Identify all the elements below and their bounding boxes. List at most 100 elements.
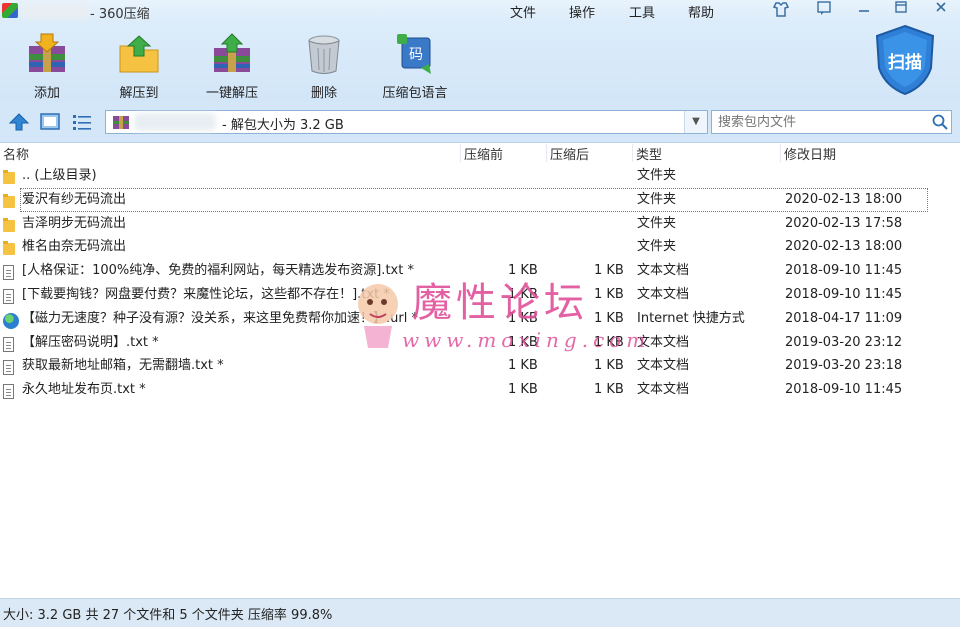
delete-label: 删除: [310, 86, 337, 101]
file-type: 文件夹: [637, 168, 677, 183]
file-row[interactable]: [下载要掏钱？网盘要付费？来魔性论坛，这些都不存在！].txt * 1 KB 1 K…: [0, 283, 960, 307]
file-modified-date: 2020-02-13 18:00: [785, 191, 903, 207]
file-modified-date: 2018-04-17 11:09: [785, 310, 903, 326]
file-size-after: 1 KB: [594, 263, 624, 279]
file-row[interactable]: 爱沢有纱无码流出 文件夹 2020-02-13 18:00: [3, 187, 928, 212]
file-type: 文件夹: [637, 239, 677, 255]
file-size-before: 1 KB: [508, 382, 538, 398]
text-document-icon: [3, 262, 17, 281]
archive-language-button[interactable]: 码 压缩包语言: [379, 26, 451, 101]
app-icon: [2, 3, 18, 18]
window-title-app: 360压缩: [98, 7, 150, 22]
extract-to-icon: [117, 32, 161, 76]
file-list: .. (上级目录) 文件夹 爱沢有纱无码流出 文件夹 2020-02-13 18:00 吉…: [0, 164, 960, 402]
column-header: 名称 压缩前 压缩后 类型 修改日期: [0, 143, 960, 163]
path-text: - 解包大小为 3.2 GB: [222, 118, 344, 133]
file-type: 文本文档: [637, 382, 690, 398]
address-bar-area: - 解包大小为 3.2 GB ▼: [0, 102, 960, 143]
file-size-after: 1 KB: [594, 358, 624, 374]
file-modified-date: 2018-09-10 11:45: [785, 382, 903, 398]
file-row[interactable]: [人格保证：100%纯净、免费的福利网站，每天精选发布资源].txt * 1 KB…: [0, 259, 960, 283]
col-name[interactable]: 名称: [0, 144, 459, 163]
col-modified[interactable]: 修改日期: [780, 144, 932, 163]
file-row[interactable]: .. (上级目录) 文件夹: [0, 164, 960, 188]
add-button[interactable]: 添加: [22, 26, 72, 101]
file-name: 【解压密码说明】.txt *: [22, 334, 159, 350]
file-name: [下载要掏钱？网盘要付费？来魔性论坛，这些都不存在！].txt *: [22, 286, 390, 302]
redacted-path: [134, 113, 216, 131]
file-modified-date: 2020-02-13 18:00: [785, 239, 903, 255]
folder-icon: [3, 191, 17, 208]
text-document-icon: [3, 334, 17, 352]
file-size-after: 1 KB: [594, 286, 624, 302]
minimize-icon[interactable]: [851, 0, 877, 20]
file-name: 永久地址发布页.txt *: [22, 382, 146, 398]
scan-label: 扫描: [888, 53, 922, 73]
extract-to-button[interactable]: 解压到: [113, 26, 165, 101]
file-row[interactable]: 吉泽明步无码流出 文件夹 2020-02-13 17:58: [0, 212, 960, 236]
file-modified-date: 2018-09-10 11:45: [785, 263, 903, 279]
file-type: 文本文档: [637, 334, 690, 350]
file-row[interactable]: 获取最新地址邮箱，无需翻墙.txt * 1 KB 1 KB 文本文档 2019-03-2…: [0, 354, 960, 378]
svg-text:码: 码: [409, 47, 423, 63]
add-archive-icon: [25, 32, 69, 76]
skin-icon[interactable]: [768, 0, 794, 20]
file-row[interactable]: 【解压密码说明】.txt * 1 KB 1 KB 文本文档 2019-03-20 23:…: [0, 331, 960, 355]
file-name: 获取最新地址邮箱，无需翻墙.txt *: [22, 358, 224, 374]
text-document-icon: [3, 381, 17, 400]
file-type: 文本文档: [637, 286, 690, 302]
toolbar: 添加 解压到 一键解压 删除 码 压缩包语言 扫描: [0, 22, 960, 102]
status-text: 大小: 3.2 GB 共 27 个文件和 5 个文件夹 压缩率 99.8%: [3, 608, 333, 623]
path-field[interactable]: - 解包大小为 3.2 GB ▼: [105, 110, 708, 134]
file-type: 文件夹: [637, 191, 677, 207]
delete-bin-icon: [302, 32, 346, 76]
up-arrow-icon[interactable]: [8, 112, 30, 132]
file-size-after: 1 KB: [594, 334, 624, 350]
col-size-after[interactable]: 压缩后: [546, 144, 632, 163]
menu-operate[interactable]: 操作: [569, 2, 595, 21]
view-detail-list-icon[interactable]: [71, 112, 93, 132]
archive-icon: [112, 114, 130, 130]
menu-file[interactable]: 文件: [510, 2, 536, 21]
menu-tools[interactable]: 工具: [629, 2, 655, 21]
one-click-extract-label: 一键解压: [205, 86, 258, 101]
feedback-icon[interactable]: [811, 0, 837, 20]
one-click-extract-icon: [210, 32, 254, 76]
file-row[interactable]: 永久地址发布页.txt * 1 KB 1 KB 文本文档 2018-09-10 11:4…: [0, 378, 960, 402]
window-title: - 360压缩: [90, 7, 150, 22]
file-row[interactable]: 【磁力无速度？种子没有源？没关系，来这里免费帮你加速！】.url * 1 KB 1 …: [0, 307, 960, 331]
folder-icon: [3, 167, 17, 184]
one-click-extract-button[interactable]: 一键解压: [203, 26, 261, 101]
extract-to-label: 解压到: [119, 86, 159, 101]
title-bar: - 360压缩 文件 操作 工具 帮助: [0, 0, 960, 22]
delete-button[interactable]: 删除: [302, 26, 346, 101]
scan-button[interactable]: 扫描: [873, 24, 937, 96]
search-box[interactable]: [711, 110, 952, 134]
file-size-before: 1 KB: [508, 286, 538, 302]
search-icon[interactable]: [931, 113, 949, 131]
file-type: 文本文档: [637, 358, 690, 374]
menu-help[interactable]: 帮助: [688, 2, 714, 21]
archive-language-icon: 码: [393, 32, 437, 76]
file-type: 文本文档: [637, 263, 690, 279]
file-modified-date: 2019-03-20 23:18: [785, 358, 903, 374]
folder-icon: [3, 215, 17, 232]
file-modified-date: 2020-02-13 17:58: [785, 215, 903, 231]
col-size-before[interactable]: 压缩前: [460, 144, 548, 163]
file-name: 椎名由奈无码流出: [22, 239, 127, 255]
chevron-down-icon[interactable]: ▼: [684, 111, 707, 133]
file-name: [人格保证：100%纯净、免费的福利网站，每天精选发布资源].txt *: [22, 263, 414, 279]
folder-icon: [3, 238, 17, 256]
view-large-icon[interactable]: [39, 112, 61, 132]
file-name: .. (上级目录): [22, 168, 97, 183]
file-type: Internet 快捷方式: [637, 310, 745, 326]
close-icon[interactable]: [928, 0, 954, 20]
status-bar: 大小: 3.2 GB 共 27 个文件和 5 个文件夹 压缩率 99.8%: [0, 598, 960, 627]
text-document-icon: [3, 286, 17, 304]
col-type[interactable]: 类型: [632, 144, 780, 163]
maximize-icon[interactable]: [888, 0, 914, 20]
file-row[interactable]: 椎名由奈无码流出 文件夹 2020-02-13 18:00: [0, 235, 960, 259]
search-input[interactable]: [716, 114, 930, 131]
text-document-icon: [3, 357, 17, 376]
archive-language-label: 压缩包语言: [382, 86, 448, 101]
